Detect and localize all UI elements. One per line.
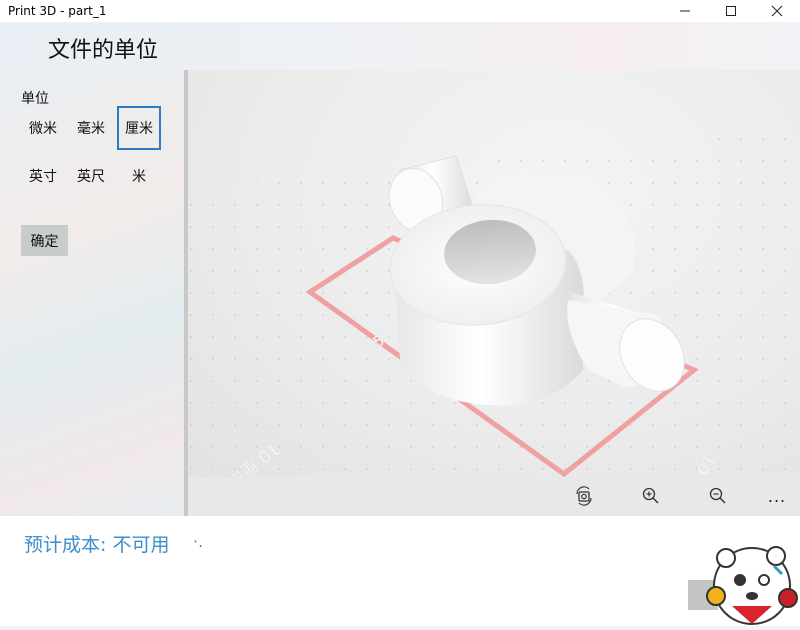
confirm-label: 确定 [30,233,59,250]
unit-label: 英尺 [77,169,105,185]
3d-viewport[interactable]: 5 厘米 10 厘米 10 厘米 [188,70,800,477]
header: 文件的单位 [0,22,800,70]
unit-label: 米 [132,169,146,185]
window-title: Print 3D - part_1 [8,4,107,18]
zoom-out-button[interactable] [704,483,732,509]
unit-inch-button[interactable]: 英寸 [21,154,65,198]
zoom-out-icon [709,487,726,504]
close-button[interactable] [754,0,800,22]
unit-label: 厘米 [125,121,153,137]
confirm-button[interactable]: 确定 [21,225,68,256]
cost-suffix: ·. [193,532,204,551]
unit-micrometer-button[interactable]: 微米 [21,106,65,150]
view-reset-button[interactable] [570,483,598,509]
unit-label: 微米 [29,121,57,137]
maximize-icon [726,6,736,16]
bottom-bar: 预计成本: 不可用 ·. [0,516,800,626]
minimize-button[interactable] [662,0,708,22]
units-panel: 单位 微米 毫米 厘米 英寸 英尺 米 确定 [0,70,184,516]
view-reset-icon [576,486,592,506]
close-icon [771,5,783,17]
unit-centimeter-button[interactable]: 厘米 [117,106,161,150]
mascot-sticker [706,546,798,625]
unit-foot-button[interactable]: 英尺 [69,154,113,198]
more-icon: ... [767,486,787,506]
maximize-button[interactable] [708,0,754,22]
title-bar: Print 3D - part_1 [0,0,800,22]
units-label: 单位 [21,91,49,107]
page-title: 文件的单位 [48,38,159,63]
minimize-icon [680,10,690,12]
estimated-cost: 预计成本: 不可用 [24,534,170,556]
zoom-in-button[interactable] [637,483,665,509]
unit-meter-button[interactable]: 米 [117,154,161,198]
unit-label: 毫米 [77,121,105,137]
unit-millimeter-button[interactable]: 毫米 [69,106,113,150]
model-scene: 5 厘米 10 厘米 10 厘米 [188,130,800,477]
viewport-toolbar: ... [188,477,800,516]
more-button[interactable]: ... [763,483,791,509]
zoom-in-icon [642,487,659,504]
unit-label: 英寸 [29,169,57,185]
